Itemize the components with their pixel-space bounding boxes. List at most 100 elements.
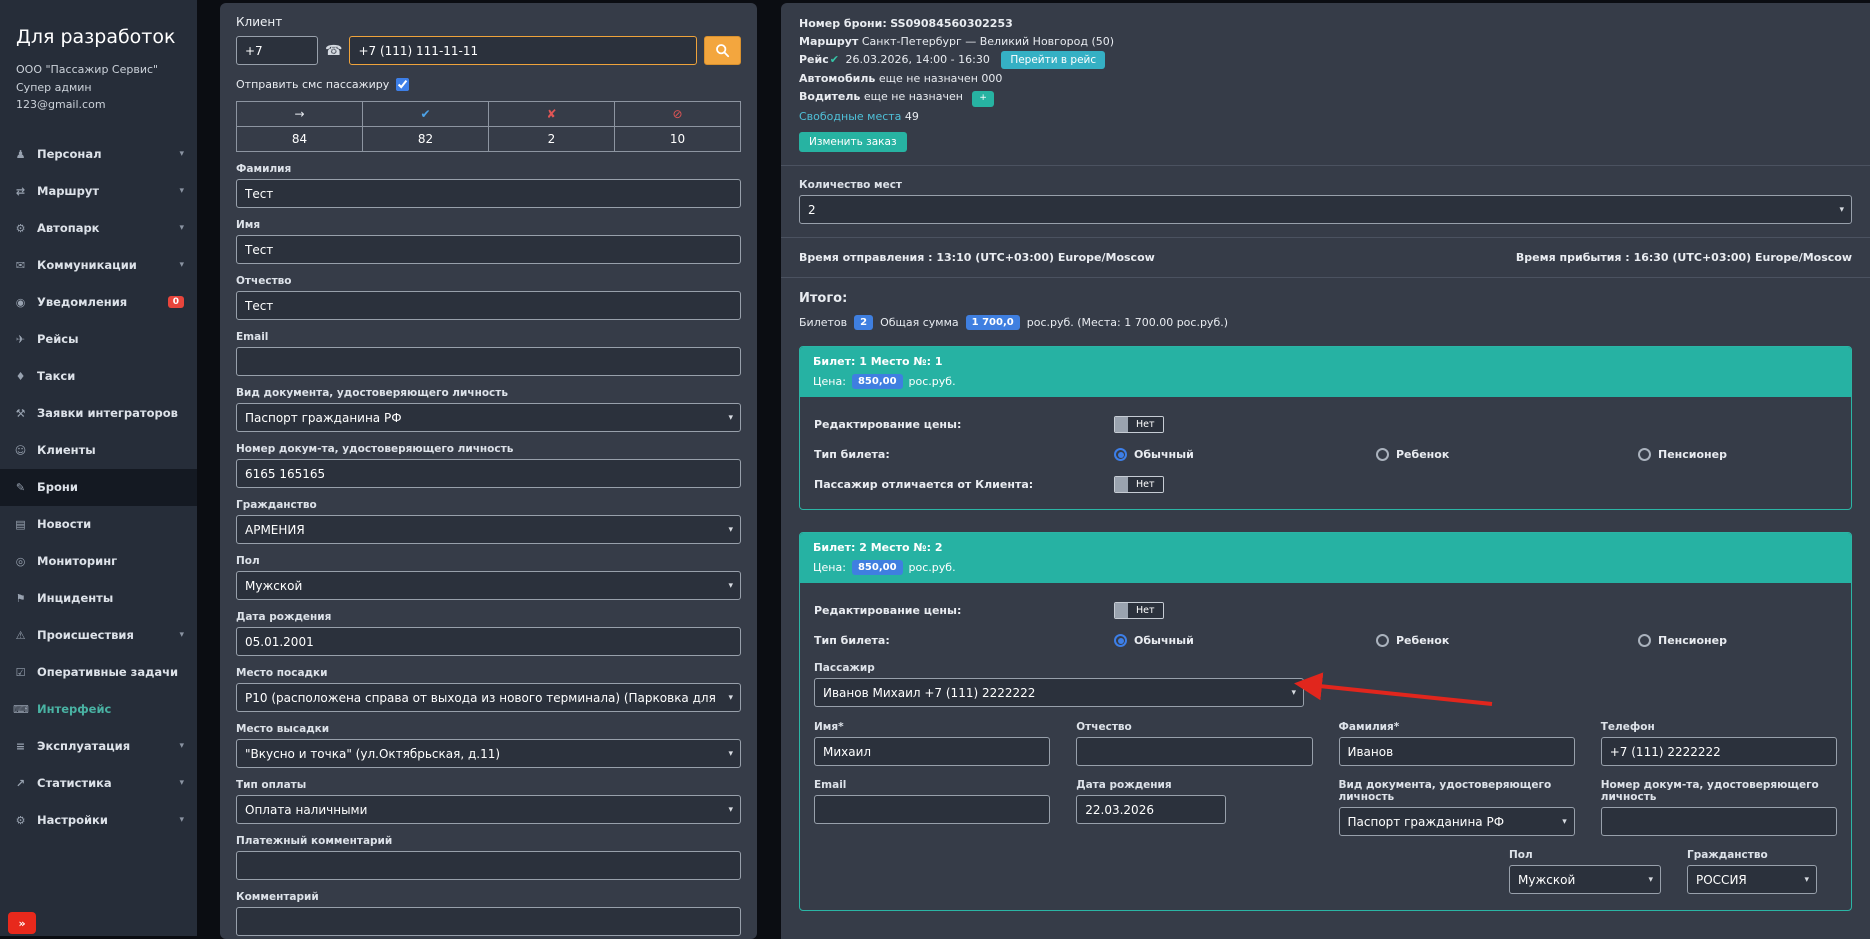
- comment-input[interactable]: [236, 907, 741, 936]
- passenger-middle-name-field: Отчество: [1076, 721, 1312, 766]
- pickup-select[interactable]: P10 (расположена справа от выхода из нов…: [236, 683, 741, 712]
- passenger-last-name-input[interactable]: [1339, 737, 1575, 766]
- sidebar-item-accidents[interactable]: ⚠ Происшествия ▾: [0, 617, 197, 654]
- gender-field: Пол Мужской ▾: [236, 555, 741, 600]
- ticket-2-body: Редактирование цены: Нет Тип билета: Обы…: [800, 583, 1851, 910]
- ticket-2-price-badge: 850,00: [852, 560, 903, 575]
- doc-number-input[interactable]: [236, 459, 741, 488]
- ticket-1-title: Билет: 1 Место №: 1: [813, 355, 1838, 368]
- ticket-2-type-radio-senior[interactable]: Пенсионер: [1638, 634, 1837, 647]
- sidebar-item-statistics[interactable]: ↗ Статистика ▾: [0, 765, 197, 802]
- field-label: Вид документа, удостоверяющего личность: [236, 387, 741, 399]
- sidebar-item-taxi[interactable]: ♦ Такси: [0, 358, 197, 395]
- doc-type-select[interactable]: Паспорт гражданина РФ: [236, 403, 741, 432]
- chevron-down-icon: ▾: [179, 815, 184, 825]
- price-edit-row: Редактирование цены: Нет: [814, 416, 1837, 433]
- passenger-gender-select[interactable]: Мужской: [1509, 865, 1661, 894]
- pencil-icon: ✎: [13, 481, 28, 494]
- passenger-citizenship-select[interactable]: РОССИЯ: [1687, 865, 1817, 894]
- route-icon: ⇄: [13, 185, 28, 198]
- vehicle-status: еще не назначен 000: [879, 72, 1003, 85]
- dropoff-select[interactable]: "Вкусно и точка" (ул.Октябрьская, д.11): [236, 739, 741, 768]
- assign-driver-button[interactable]: +: [972, 91, 994, 107]
- sidebar-item-news[interactable]: ▤ Новости: [0, 506, 197, 543]
- passenger-form-row3: Пол Мужской ▾ Гражданство РОССИЯ ▾: [1509, 849, 1837, 894]
- chart-icon: ↗: [13, 777, 28, 790]
- sidebar-item-notifications[interactable]: ◉ Уведомления 0: [0, 284, 197, 321]
- field-label: Гражданство: [236, 499, 741, 511]
- passenger-first-name-input[interactable]: [814, 737, 1050, 766]
- passenger-phone-input[interactable]: [1601, 737, 1837, 766]
- ticket-1-price-edit-toggle[interactable]: Нет: [1114, 416, 1164, 433]
- field-label: Платежный комментарий: [236, 835, 741, 847]
- sidebar-item-interface[interactable]: ⌨ Интерфейс: [0, 691, 197, 728]
- plane-icon: ✈: [13, 333, 28, 346]
- edit-order-button[interactable]: Изменить заказ: [799, 132, 907, 152]
- app-title: Для разработок: [16, 26, 181, 48]
- ticket-1-passenger-differs-toggle[interactable]: Нет: [1114, 476, 1164, 493]
- payment-type-select[interactable]: Оплата наличными: [236, 795, 741, 824]
- field-label: Фамилия: [236, 163, 741, 175]
- sidebar-item-fleet[interactable]: ⚙ Автопарк ▾: [0, 210, 197, 247]
- sms-checkbox[interactable]: [396, 78, 409, 91]
- free-seats-link[interactable]: Свободные места: [799, 110, 901, 123]
- first-name-input[interactable]: [236, 235, 741, 264]
- client-phone-input[interactable]: [349, 36, 697, 65]
- ticket-1-type-radio-senior[interactable]: Пенсионер: [1638, 448, 1837, 461]
- ticket-1-type-radio-regular[interactable]: Обычный: [1114, 448, 1376, 461]
- passenger-phone-field: Телефон: [1601, 721, 1837, 766]
- ticket-2-type-radio-child[interactable]: Ребенок: [1376, 634, 1638, 647]
- last-name-field: Фамилия: [236, 163, 741, 208]
- sidebar-item-route[interactable]: ⇄ Маршрут ▾: [0, 173, 197, 210]
- sidebar-item-trips[interactable]: ✈ Рейсы: [0, 321, 197, 358]
- toggle-knob: [1115, 417, 1128, 432]
- goto-trip-button[interactable]: Перейти в рейс: [1001, 51, 1105, 69]
- passenger-email-input[interactable]: [814, 795, 1050, 824]
- divider: [781, 237, 1870, 238]
- sidebar-item-personal[interactable]: ♟ Персонал ▾: [0, 136, 197, 173]
- birth-date-input[interactable]: [236, 627, 741, 656]
- passenger-doc-type-select[interactable]: Паспорт гражданина РФ: [1339, 807, 1575, 836]
- search-button[interactable]: [704, 36, 741, 65]
- ticket-2-price-edit-toggle[interactable]: Нет: [1114, 602, 1164, 619]
- sidebar-item-operations[interactable]: ≡ Эксплуатация ▾: [0, 728, 197, 765]
- notifications-badge: 0: [168, 296, 184, 308]
- sidebar-item-settings[interactable]: ⚙ Настройки ▾: [0, 802, 197, 839]
- sidebar-item-operational-tasks[interactable]: ☑ Оперативные задачи: [0, 654, 197, 691]
- payment-type-field: Тип оплаты Оплата наличными ▾: [236, 779, 741, 824]
- sidebar-menu: ♟ Персонал ▾ ⇄ Маршрут ▾ ⚙ Автопарк ▾ ✉ …: [0, 136, 197, 839]
- ticket-1-type-radio-child[interactable]: Ребенок: [1376, 448, 1638, 461]
- citizenship-select[interactable]: АРМЕНИЯ: [236, 515, 741, 544]
- field-label: Пассажир: [814, 662, 1304, 674]
- seats-count-field: Количество мест 2 ▾: [799, 179, 1852, 224]
- passenger-birth-date-field: Дата рождения: [1076, 779, 1312, 836]
- passenger-select[interactable]: Иванов Михаил +7 (111) 2222222: [814, 678, 1304, 707]
- org-name: ООО "Пассажир Сервис": [16, 61, 181, 79]
- sms-stats-table: → ✔ ✘ ⊘ 84 82 2 10: [236, 101, 741, 152]
- sidebar-item-monitoring[interactable]: ◎ Мониторинг: [0, 543, 197, 580]
- payment-comment-input[interactable]: [236, 851, 741, 880]
- email-input[interactable]: [236, 347, 741, 376]
- passenger-middle-name-input[interactable]: [1076, 737, 1312, 766]
- last-name-input[interactable]: [236, 179, 741, 208]
- field-label: Пол: [236, 555, 741, 567]
- sidebar-item-incidents[interactable]: ⚑ Инциденты: [0, 580, 197, 617]
- cross-icon: ✘: [546, 107, 556, 121]
- gender-select[interactable]: Мужской: [236, 571, 741, 600]
- sidebar-item-communications[interactable]: ✉ Коммуникации ▾: [0, 247, 197, 284]
- sidebar-item-integrator-requests[interactable]: ⚒ Заявки интеграторов: [0, 395, 197, 432]
- seats-count-select[interactable]: 2: [799, 195, 1852, 224]
- passenger-doc-number-input[interactable]: [1601, 807, 1837, 836]
- middle-name-input[interactable]: [236, 291, 741, 320]
- tickets-count-badge: 2: [854, 315, 873, 330]
- payment-comment-field: Платежный комментарий: [236, 835, 741, 880]
- sidebar-item-bookings[interactable]: ✎ Брони: [0, 469, 197, 506]
- ticket-2-type-radio-regular[interactable]: Обычный: [1114, 634, 1376, 647]
- passenger-form-grid: Имя* Отчество Фамилия* Телефон: [814, 721, 1837, 836]
- ticket-1-header: Билет: 1 Место №: 1 Цена: 850,00 рос.руб…: [800, 347, 1851, 397]
- sidebar-item-clients[interactable]: ☺ Клиенты: [0, 432, 197, 469]
- passenger-last-name-field: Фамилия*: [1339, 721, 1575, 766]
- passenger-birth-date-input[interactable]: [1076, 795, 1226, 824]
- stat-value-sent: 84: [237, 127, 363, 152]
- phone-code-input[interactable]: [236, 36, 318, 65]
